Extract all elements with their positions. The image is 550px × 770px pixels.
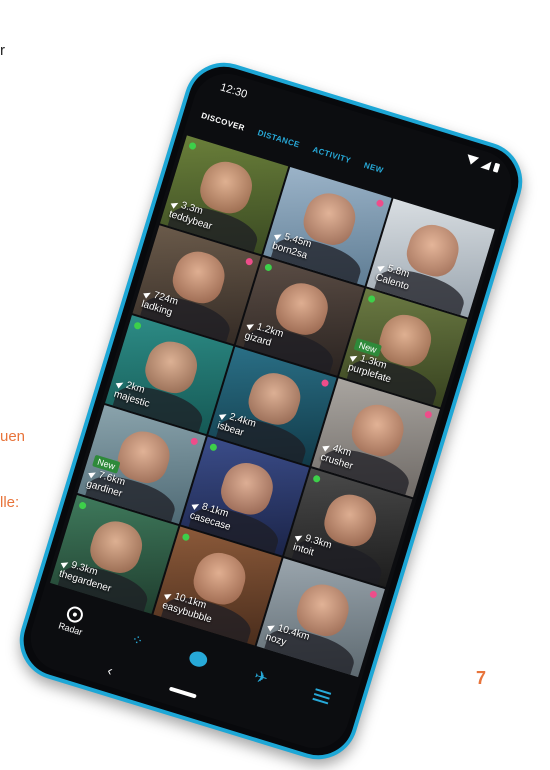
online-indicator [375, 198, 385, 208]
airplane-icon: ✈ [251, 668, 270, 689]
online-indicator [312, 474, 322, 484]
nav-discover[interactable]: ⁘ [129, 630, 146, 650]
status-time: 12:30 [218, 81, 249, 101]
online-indicator [423, 410, 433, 420]
location-arrow-icon [191, 500, 201, 510]
location-arrow-icon [246, 321, 256, 330]
side-text-orange-1: uen [0, 428, 26, 445]
online-indicator [78, 501, 87, 510]
nav-travel[interactable]: ✈ [252, 666, 271, 689]
home-pill-icon[interactable] [169, 686, 198, 699]
location-arrow-icon [170, 199, 180, 209]
phone-screen: 12:30 DISCOVER DISTANCE ACTIVITY NEW 3.3… [22, 65, 520, 757]
online-indicator [263, 263, 273, 272]
location-arrow-icon [60, 559, 70, 568]
location-arrow-icon [274, 231, 284, 240]
nav-menu[interactable] [312, 688, 332, 705]
location-arrow-icon [164, 590, 174, 600]
menu-icon [312, 688, 332, 705]
tab-activity[interactable]: ACTIVITY [308, 145, 353, 176]
nav-spacer [254, 714, 262, 716]
tab-distance[interactable]: DISTANCE [253, 128, 301, 160]
online-indicator [320, 378, 330, 388]
location-arrow-icon [294, 532, 304, 542]
location-arrow-icon [88, 469, 98, 478]
location-arrow-icon [219, 411, 229, 420]
wifi-icon [465, 154, 480, 167]
online-indicator [367, 294, 377, 304]
signal-icon [480, 158, 492, 171]
location-arrow-icon [377, 262, 387, 272]
profile-grid: 3.3m teddybear 5.45m born2sa 5.8m Calent… [50, 135, 495, 678]
location-arrow-icon [322, 442, 332, 452]
tab-new[interactable]: NEW [360, 161, 385, 186]
status-icons [465, 154, 501, 173]
location-arrow-icon [143, 289, 153, 299]
online-indicator [368, 590, 378, 599]
online-indicator [209, 442, 218, 452]
online-indicator [244, 257, 254, 266]
online-indicator [133, 321, 142, 331]
online-indicator [181, 532, 191, 542]
grid-dots-icon: ⁘ [129, 630, 146, 649]
chat-bubble-icon [188, 648, 210, 669]
battery-icon [492, 162, 501, 173]
back-chevron-icon[interactable]: ‹ [106, 662, 115, 679]
nav-radar[interactable]: Radar [57, 603, 89, 637]
location-arrow-icon [115, 379, 125, 389]
location-arrow-icon [349, 352, 359, 362]
online-indicator [188, 141, 197, 151]
radar-icon [64, 604, 85, 625]
side-text-orange-2: lle: [0, 494, 20, 511]
nav-chat[interactable] [188, 648, 210, 669]
tab-discover[interactable]: DISCOVER [197, 111, 246, 143]
phone-frame: 12:30 DISCOVER DISTANCE ACTIVITY NEW 3.3… [9, 52, 533, 770]
online-indicator [189, 437, 199, 446]
nav-radar-label: Radar [57, 620, 84, 638]
side-text-fragment: r [0, 42, 5, 59]
location-arrow-icon [267, 622, 277, 632]
page-number: 7 [476, 668, 487, 688]
